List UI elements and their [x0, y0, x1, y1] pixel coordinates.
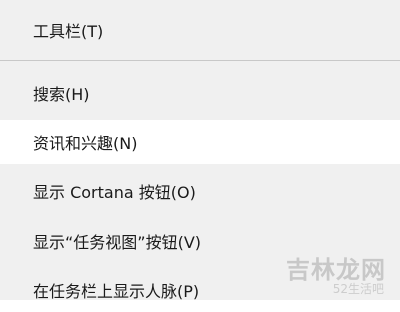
- menu-item-news-and-interests[interactable]: 资讯和兴趣(N): [0, 120, 400, 164]
- taskbar-context-menu: 工具栏(T) 搜索(H) 资讯和兴趣(N) 显示 Cortana 按钮(O) 显…: [0, 0, 400, 301]
- menu-item-label: 搜索(H): [33, 85, 90, 104]
- menu-item-toolbars[interactable]: 工具栏(T): [0, 8, 400, 52]
- menu-item-label: 显示 Cortana 按钮(O): [33, 183, 196, 202]
- menu-separator: [0, 60, 400, 61]
- menu-item-search[interactable]: 搜索(H): [0, 71, 400, 115]
- menu-item-label: 工具栏(T): [33, 22, 104, 41]
- site-watermark: 吉林龙网 52生活吧: [262, 246, 390, 298]
- watermark-subtext: 52生活吧: [332, 282, 384, 296]
- menu-item-show-cortana-button[interactable]: 显示 Cortana 按钮(O): [0, 169, 400, 213]
- menu-item-label: 资讯和兴趣(N): [33, 134, 138, 153]
- menu-item-label: 显示“任务视图”按钮(V): [33, 233, 202, 252]
- menu-item-label: 在任务栏上显示人脉(P): [33, 282, 200, 301]
